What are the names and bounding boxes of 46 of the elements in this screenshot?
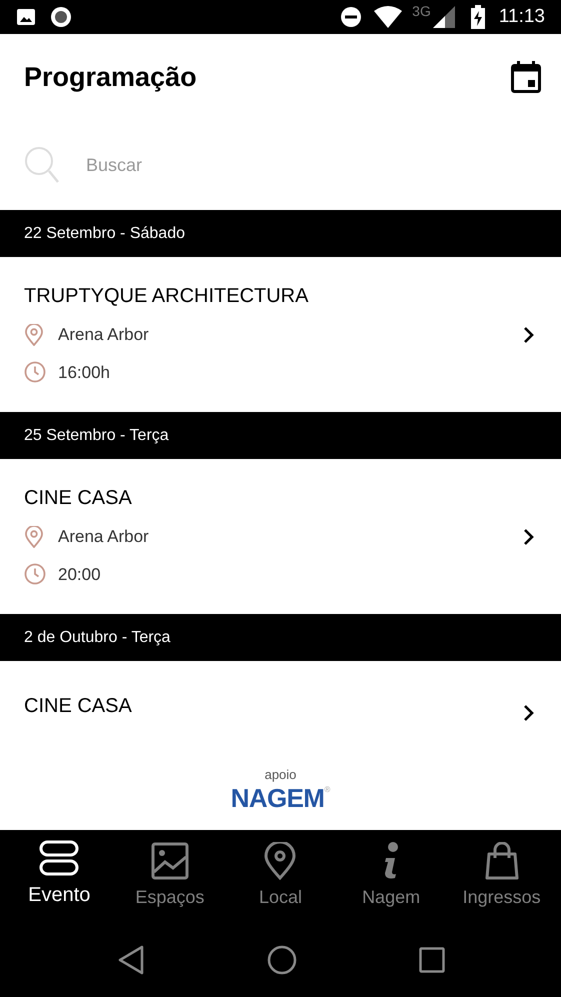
tab[interactable]: Espaços bbox=[118, 840, 222, 911]
chevron-right-icon bbox=[523, 704, 535, 722]
do-not-disturb-icon bbox=[340, 6, 362, 28]
image-icon bbox=[16, 7, 36, 27]
event-card[interactable]: CINE CASA Arena Arbor 20:00 bbox=[0, 459, 561, 614]
chevron-right-icon bbox=[523, 528, 535, 546]
location-pin-icon bbox=[24, 324, 44, 346]
stack-icon bbox=[39, 840, 80, 876]
event-time: 20:00 bbox=[58, 564, 101, 586]
home-icon[interactable] bbox=[266, 944, 296, 974]
sponsor-label: apoio bbox=[264, 766, 296, 784]
tab[interactable]: Ingressos bbox=[450, 840, 554, 911]
location-pin-icon bbox=[24, 526, 44, 548]
recents-icon[interactable] bbox=[418, 946, 444, 972]
date-header: 22 Setembro - Sábado bbox=[24, 224, 185, 244]
clock-icon bbox=[24, 563, 46, 586]
network-type: 3G bbox=[412, 2, 431, 21]
sponsor-logo: NAGEM® bbox=[230, 784, 330, 812]
battery-charging-icon bbox=[470, 5, 485, 29]
location-pin-icon bbox=[264, 842, 296, 880]
event-location: Arena Arbor bbox=[58, 324, 149, 346]
tab[interactable]: Local bbox=[228, 840, 332, 911]
record-icon bbox=[50, 6, 72, 28]
signal-icon bbox=[432, 6, 455, 28]
event-time: 16:00h bbox=[58, 362, 110, 384]
search-field[interactable]: Buscar bbox=[86, 152, 386, 178]
shopping-bag-icon bbox=[484, 842, 519, 880]
clock-time: 11:13 bbox=[498, 4, 545, 29]
event-title: CINE CASA bbox=[24, 694, 132, 718]
tab[interactable]: Evento bbox=[7, 840, 112, 910]
event-title: CINE CASA bbox=[24, 486, 133, 510]
event-card[interactable]: TRUPTYQUE ARCHITECTURA Arena Arbor 16:00h bbox=[0, 257, 561, 412]
search-icon bbox=[24, 146, 60, 184]
event-location: Arena Arbor bbox=[58, 526, 149, 548]
event-title: TRUPTYQUE ARCHITECTURA bbox=[24, 284, 308, 308]
date-header: 25 Setembro - Terça bbox=[24, 426, 169, 446]
chevron-right-icon bbox=[523, 326, 535, 344]
clock-icon bbox=[24, 361, 46, 384]
image-icon bbox=[150, 842, 189, 880]
tab[interactable]: Nagem bbox=[339, 840, 444, 911]
back-icon[interactable] bbox=[116, 944, 144, 974]
event-card[interactable]: CINE CASA bbox=[0, 661, 561, 736]
calendar-icon[interactable] bbox=[511, 61, 541, 93]
date-header: 2 de Outubro - Terça bbox=[24, 628, 170, 648]
page-title: Programação bbox=[24, 60, 197, 94]
wifi-icon bbox=[374, 6, 402, 28]
